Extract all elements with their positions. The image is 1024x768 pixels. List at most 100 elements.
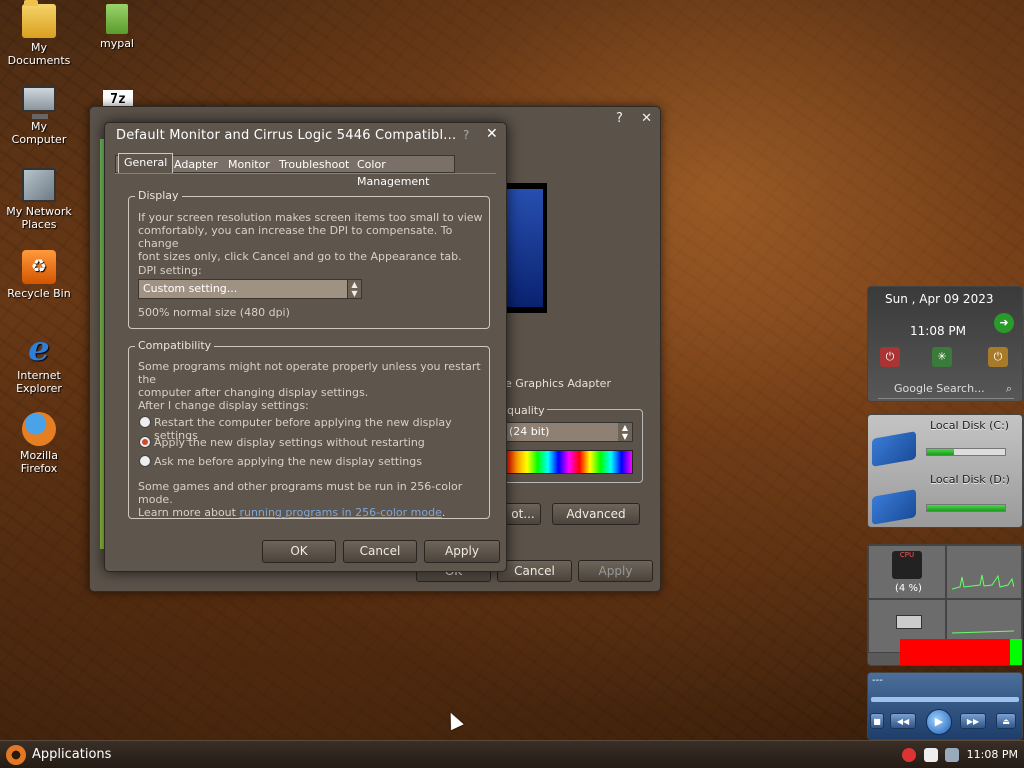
disk-usage-gadget: Local Disk (C:) Local Disk (D:) — [867, 414, 1023, 528]
adapter-name-text: e Graphics Adapter — [505, 377, 611, 390]
cpu-gauge-icon: CPU — [892, 551, 922, 579]
internet-explorer-icon: e — [28, 329, 50, 369]
previous-icon[interactable]: ◀◀ — [890, 713, 916, 729]
clock-gadget: Sun , Apr 09 2023 11:08 PM ➜ ⏻ ✳ ⏻ Googl… — [867, 286, 1023, 402]
color-spectrum-preview — [505, 450, 633, 474]
desktop-icon-mypal[interactable]: mypal — [78, 4, 156, 50]
next-icon[interactable]: ▶▶ — [960, 713, 986, 729]
256-color-help-link[interactable]: running programs in 256-color mode — [239, 506, 441, 519]
apply-button[interactable]: Apply — [578, 560, 653, 582]
cpu-meter-gadget: CPU (4 %) — [867, 544, 1023, 666]
google-search-input[interactable]: Google Search... ⌕ — [878, 379, 1014, 399]
compatibility-group: Compatibility Some programs might not op… — [128, 339, 490, 519]
desktop-icon-my-documents[interactable]: My Documents — [0, 0, 78, 67]
spin-arrows-icon[interactable]: ▲ ▼ — [347, 280, 361, 298]
applications-menu-button[interactable]: Applications — [6, 744, 111, 766]
monitor-adapter-properties-dialog: Default Monitor and Cirrus Logic 5446 Co… — [104, 122, 507, 572]
help-button[interactable]: ? — [616, 111, 623, 126]
tab-general[interactable]: General — [118, 153, 174, 174]
tab-monitor[interactable]: Monitor — [228, 156, 270, 174]
desktop-icon-label: Recycle Bin — [7, 287, 71, 300]
drive-c-icon — [872, 431, 916, 467]
mouse-cursor-icon — [444, 709, 464, 731]
taskbar: Applications 11:08 PM — [0, 740, 1024, 768]
compatibility-description: Some programs might not operate properly… — [138, 360, 481, 399]
radio-ask-me[interactable] — [139, 455, 151, 467]
tab-strip: General Adapter Monitor Troubleshoot Col… — [115, 153, 455, 188]
search-icon[interactable]: ⌕ — [1006, 379, 1012, 399]
sync-icon[interactable] — [923, 748, 938, 762]
desktop-icon-label: My Computer — [11, 120, 67, 146]
logoff-icon[interactable]: ⏻ — [988, 347, 1008, 367]
memory-green-bar — [1010, 639, 1022, 665]
desktop-icon-label: My Network Places — [6, 205, 72, 231]
dpi-setting-label: DPI setting: — [138, 264, 202, 277]
computer-icon — [22, 86, 56, 119]
eject-icon[interactable]: ⏏ — [996, 713, 1016, 729]
troubleshoot-button[interactable]: ot... — [505, 503, 541, 525]
radio-ask-me-label[interactable]: Ask me before applying the new display s… — [154, 455, 422, 468]
tab-troubleshoot[interactable]: Troubleshoot — [279, 156, 349, 174]
disk-d-usage-bar — [926, 504, 1006, 512]
firefox-icon — [22, 412, 56, 446]
memory-chip-icon — [896, 615, 922, 629]
compatibility-group-legend: Compatibility — [135, 339, 215, 352]
desktop-icon-my-computer[interactable]: My Computer — [0, 86, 78, 146]
disk-c-usage-bar — [926, 448, 1006, 456]
desktop-icon-label: Internet Explorer — [16, 369, 62, 395]
256-color-note: Some games and other programs must be ru… — [138, 480, 463, 519]
radio-apply-without-restart-label[interactable]: Apply the new display settings without r… — [154, 436, 425, 449]
media-player-gadget: --- ■ ◀◀ ▶ ▶▶ ⏏ — [867, 672, 1023, 740]
disk-d-label: Local Disk (D:) — [930, 473, 1010, 486]
color-quality-select[interactable]: (24 bit) ▲ ▼ — [505, 422, 633, 442]
security-shield-icon[interactable] — [902, 748, 917, 762]
radio-apply-without-restart[interactable] — [139, 436, 151, 448]
advanced-button[interactable]: Advanced — [552, 503, 640, 525]
media-title: --- — [872, 675, 883, 686]
clock-date: Sun , Apr 09 2023 — [885, 292, 994, 306]
network-places-icon — [22, 168, 56, 202]
search-placeholder: Google Search... — [894, 382, 985, 395]
spin-arrows-icon[interactable]: ▲ ▼ — [618, 423, 632, 441]
stop-icon[interactable]: ■ — [870, 713, 884, 729]
desktop-icon-my-network-places[interactable]: My Network Places — [0, 168, 78, 231]
color-quality-value: (24 bit) — [509, 425, 550, 438]
help-button[interactable]: ? — [463, 128, 469, 142]
display-group-legend: Display — [135, 189, 182, 202]
memory-red-bar — [900, 639, 1010, 665]
play-icon[interactable]: ▶ — [926, 709, 952, 735]
next-arrow-icon[interactable]: ➜ — [994, 313, 1014, 333]
color-quality-label: quality — [505, 404, 547, 417]
general-tab-panel: Display If your screen resolution makes … — [115, 173, 496, 525]
network-status-icon[interactable] — [945, 748, 960, 762]
documents-folder-icon — [22, 0, 56, 38]
power-icon[interactable]: ⏻ — [880, 347, 900, 367]
after-change-label: After I change display settings: — [138, 399, 309, 412]
memory-sparkline — [952, 630, 1014, 634]
close-button[interactable]: ✕ — [486, 126, 498, 142]
apply-button[interactable]: Apply — [424, 540, 500, 563]
tab-color-management[interactable]: Color Management — [357, 156, 454, 188]
recycle-bin-icon: ♻ — [22, 250, 56, 284]
ubuntu-logo-icon — [6, 744, 26, 765]
cancel-button[interactable]: Cancel — [497, 560, 572, 582]
applications-label: Applications — [32, 747, 112, 762]
desktop-icon-recycle-bin[interactable]: ♻ Recycle Bin — [0, 250, 78, 300]
display-group: Display If your screen resolution makes … — [128, 189, 490, 329]
network-icon[interactable]: ✳ — [932, 347, 952, 367]
cpu-percent: (4 %) — [895, 583, 922, 594]
desktop-icon-label: mypal — [99, 37, 134, 50]
tray-clock[interactable]: 11:08 PM — [967, 748, 1018, 761]
desktop-icon-mozilla-firefox[interactable]: Mozilla Firefox — [0, 412, 78, 475]
desktop-icon-internet-explorer[interactable]: e Internet Explorer — [0, 332, 78, 395]
display-description: If your screen resolution makes screen i… — [138, 211, 483, 263]
ok-button[interactable]: OK — [262, 540, 336, 563]
desktop-icon-label: My Documents — [7, 41, 71, 67]
close-button[interactable]: ✕ — [641, 111, 652, 126]
tab-adapter[interactable]: Adapter — [174, 156, 218, 174]
media-progress-bar[interactable] — [871, 697, 1019, 702]
radio-restart[interactable] — [139, 416, 151, 428]
cpu-sparkline — [952, 574, 1014, 590]
cancel-button[interactable]: Cancel — [343, 540, 417, 563]
dpi-setting-select[interactable]: Custom setting... ▲ ▼ — [138, 279, 362, 299]
